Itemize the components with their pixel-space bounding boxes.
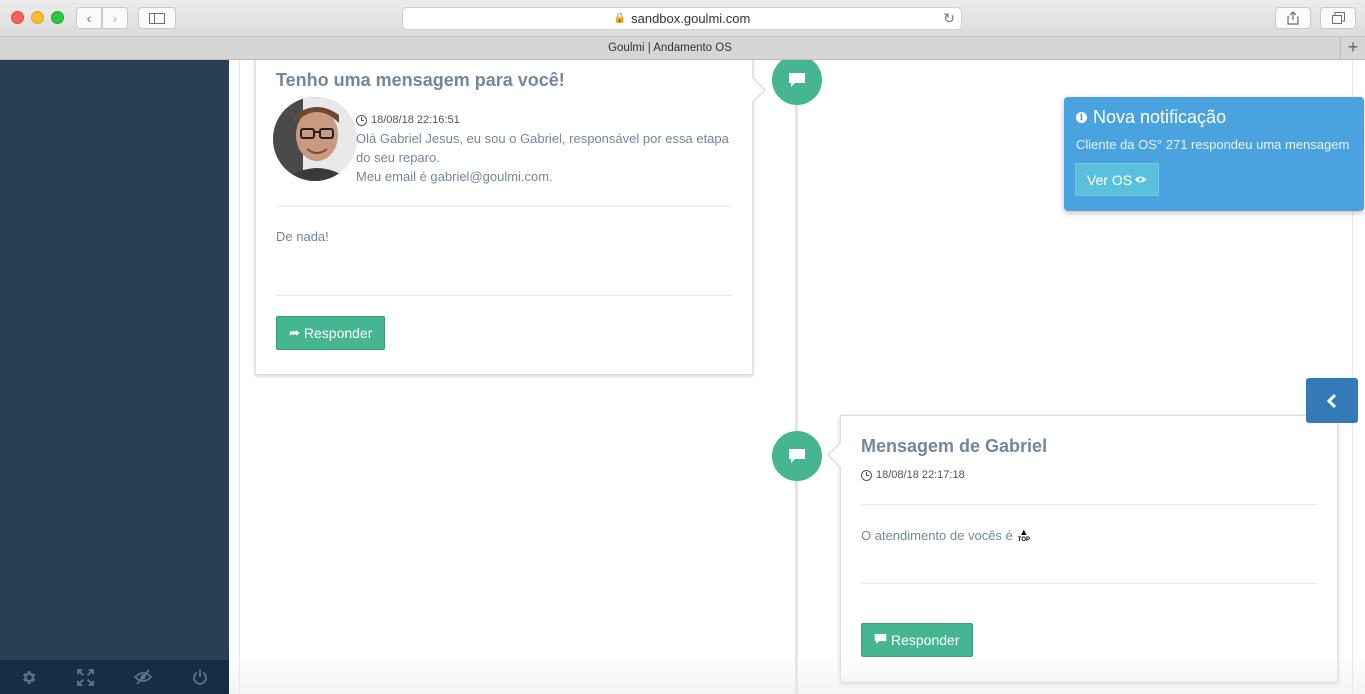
comment-icon [874, 633, 887, 648]
logout-button[interactable] [172, 660, 229, 694]
clock-icon [861, 469, 872, 481]
sidebar-toggle-button[interactable] [138, 7, 176, 29]
power-icon [193, 670, 208, 685]
tab-bar: Goulmi | Andamento OS + [0, 37, 1365, 60]
reply-button[interactable]: Responder [861, 623, 973, 657]
settings-button[interactable] [0, 660, 57, 694]
share-button[interactable] [1275, 7, 1311, 29]
show-tabs-button[interactable] [1320, 7, 1356, 29]
view-os-button[interactable]: Ver OS [1075, 163, 1159, 196]
timeline-panel-1: Tenho uma mensagem para você! 18/08/18 2… [255, 60, 766, 375]
share-icon: ➦ [289, 325, 300, 340]
new-tab-button[interactable]: + [1340, 37, 1365, 59]
notification-popup: i Nova notificação Cliente da OS° 271 re… [1064, 97, 1364, 211]
info-icon: i [1076, 112, 1087, 123]
zoom-window-button[interactable] [51, 11, 64, 24]
top-emoji-icon: ▲ TOP [1017, 527, 1030, 544]
address-bar[interactable]: 🔒 sandbox.goulmi.com ↻ [402, 7, 962, 30]
comment-icon [789, 73, 805, 87]
lock-icon: 🔒 [613, 13, 627, 24]
chevron-right-icon: › [112, 10, 118, 26]
tab-title[interactable]: Goulmi | Andamento OS [0, 37, 1340, 59]
sidebar-footer [0, 660, 229, 694]
notification-text: Cliente da OS° 271 respondeu uma mensage… [1076, 137, 1350, 152]
timeline-badge [772, 60, 822, 105]
share-icon [1287, 11, 1299, 25]
url-text: sandbox.goulmi.com [631, 11, 751, 26]
notification-title: i Nova notificação [1076, 107, 1226, 128]
reply-text: De nada! [276, 229, 329, 244]
fullscreen-button[interactable] [57, 660, 114, 694]
clock-icon [356, 114, 367, 126]
panel-title: Mensagem de Gabriel [861, 436, 1048, 456]
forward-button[interactable]: › [102, 7, 128, 29]
reload-icon[interactable]: ↻ [943, 10, 955, 27]
comment-icon [789, 449, 805, 463]
chevron-left-icon [1326, 393, 1337, 408]
browser-titlebar: ‹ › 🔒 sandbox.goulmi.com ↻ [0, 0, 1365, 37]
left-sidebar [0, 60, 229, 694]
lock-screen-button[interactable] [115, 660, 172, 694]
timeline-line [795, 60, 798, 694]
avatar [273, 97, 357, 181]
message-body: Olá Gabriel Jesus, eu sou o Gabriel, res… [356, 131, 729, 184]
avatar-photo [273, 97, 357, 181]
gear-icon [23, 670, 36, 684]
chevron-left-icon: ‹ [86, 10, 92, 26]
right-panel-toggle-button[interactable] [1306, 378, 1358, 423]
message-body: O atendimento de vocês é ▲ TOP [861, 527, 1030, 544]
eye-icon [1134, 173, 1147, 187]
plus-icon: + [1347, 37, 1359, 57]
timeline-badge [772, 431, 822, 481]
reply-button[interactable]: ➦ Responder [276, 316, 386, 350]
tabs-icon [1331, 12, 1345, 24]
timeline-panel-2: Mensagem de Gabriel 18/08/18 22:17:18 O … [827, 415, 1338, 683]
sidebar-icon [149, 12, 165, 24]
timestamp: 18/08/18 22:17:18 [861, 469, 965, 481]
panel-title: Tenho uma mensagem para você! [276, 70, 565, 90]
close-window-button[interactable] [11, 11, 24, 24]
timestamp: 18/08/18 22:16:51 [356, 114, 460, 126]
minimize-window-button[interactable] [31, 11, 44, 24]
eye-slash-icon [134, 669, 153, 685]
fullscreen-icon [77, 668, 95, 686]
back-button[interactable]: ‹ [76, 7, 102, 29]
